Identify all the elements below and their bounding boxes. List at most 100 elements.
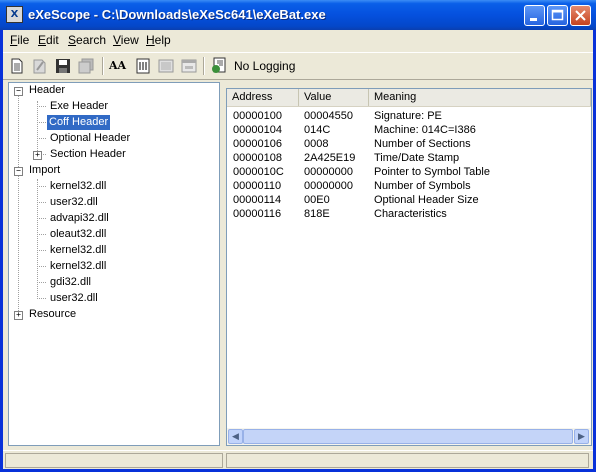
tree-node-header[interactable]: Header [27, 83, 67, 98]
toolbar-separator [203, 57, 205, 75]
menu-view[interactable]: View [113, 33, 139, 47]
value-cell: 00004550 [304, 110, 353, 122]
save-icon[interactable] [54, 57, 72, 75]
close-button[interactable] [570, 5, 591, 26]
tree-node-import-dll[interactable]: kernel32.dll [48, 243, 108, 258]
address-cell: 00000104 [233, 124, 282, 136]
logging-icon[interactable] [210, 57, 228, 75]
details-list[interactable]: Address Value Meaning 00000100 00004550 … [226, 88, 592, 446]
table-row[interactable]: 00000108 2A425E19 Time/Date Stamp [227, 151, 591, 165]
image-icon[interactable] [157, 57, 175, 75]
font-icon[interactable]: AA [109, 57, 131, 75]
address-cell: 00000108 [233, 152, 282, 164]
address-cell: 0000010C [233, 166, 284, 178]
tree-line [18, 95, 19, 317]
meaning-cell: Machine: 014C=I386 [374, 124, 476, 136]
expand-icon[interactable]: + [33, 151, 42, 160]
new-document-icon[interactable] [8, 57, 26, 75]
logging-status-label[interactable]: No Logging [234, 59, 295, 73]
tree-node-import-dll[interactable]: user32.dll [48, 291, 100, 306]
value-cell: 00E0 [304, 194, 330, 206]
app-icon[interactable]: X [6, 6, 23, 23]
list-header: Address Value Meaning [227, 89, 591, 107]
address-cell: 00000116 [233, 208, 282, 220]
table-row[interactable]: 0000010C 00000000 Pointer to Symbol Tabl… [227, 165, 591, 179]
maximize-button[interactable] [547, 5, 568, 26]
minimize-button[interactable] [524, 5, 545, 26]
column-header-address[interactable]: Address [227, 89, 299, 106]
address-cell: 00000106 [233, 138, 282, 150]
title-bar[interactable]: X eXeScope - C:\Downloads\eXeSc641\eXeBa… [0, 0, 596, 30]
meaning-cell: Number of Sections [374, 138, 471, 150]
status-pane-left [5, 453, 223, 468]
edit-document-icon[interactable] [31, 57, 49, 75]
menu-help[interactable]: Help [146, 33, 171, 47]
dialog-icon[interactable] [180, 57, 198, 75]
tree-line [37, 122, 46, 123]
tree-node-import-dll[interactable]: kernel32.dll [48, 179, 108, 194]
tree-line [37, 179, 38, 299]
scroll-left-icon[interactable]: ◀ [228, 429, 243, 444]
tree-node-import-dll[interactable]: gdi32.dll [48, 275, 93, 290]
collapse-icon[interactable]: − [14, 167, 23, 176]
meaning-cell: Optional Header Size [374, 194, 479, 206]
toolbar-separator [102, 57, 104, 75]
meaning-cell: Pointer to Symbol Table [374, 166, 490, 178]
binary-view-icon[interactable] [134, 57, 152, 75]
table-row[interactable]: 00000114 00E0 Optional Header Size [227, 193, 591, 207]
tree-line [37, 186, 46, 187]
tree-node-import-dll[interactable]: advapi32.dll [48, 211, 111, 226]
minimize-icon [530, 18, 537, 21]
tree-line [37, 298, 46, 299]
collapse-icon[interactable]: − [14, 87, 23, 96]
address-cell: 00000114 [233, 194, 282, 206]
value-cell: 00000000 [304, 180, 353, 192]
status-pane-right [226, 453, 589, 468]
tree-line [37, 101, 38, 155]
tree-node-import-dll[interactable]: kernel32.dll [48, 259, 108, 274]
menu-edit[interactable]: Edit [38, 33, 59, 47]
menu-search[interactable]: Search [68, 33, 106, 47]
tree-line [37, 250, 46, 251]
tree-node-import-dll[interactable]: oleaut32.dll [48, 227, 108, 242]
scroll-right-icon[interactable]: ▶ [574, 429, 589, 444]
horizontal-scrollbar[interactable]: ◀ ▶ [227, 428, 591, 445]
menu-bar: File Edit Search View Help [3, 30, 593, 49]
meaning-cell: Time/Date Stamp [374, 152, 460, 164]
close-icon [575, 10, 586, 21]
tree-line [37, 138, 46, 139]
column-header-value[interactable]: Value [299, 89, 369, 106]
value-cell: 014C [304, 124, 331, 136]
meaning-cell: Signature: PE [374, 110, 442, 122]
window-title: eXeScope - C:\Downloads\eXeSc641\eXeBat.… [28, 7, 326, 22]
table-row[interactable]: 00000116 818E Characteristics [227, 207, 591, 221]
table-row[interactable]: 00000106 0008 Number of Sections [227, 137, 591, 151]
tree-line [37, 234, 46, 235]
address-cell: 00000100 [233, 110, 282, 122]
value-cell: 818E [304, 208, 330, 220]
tree-node-optional-header[interactable]: Optional Header [48, 131, 132, 146]
value-cell: 0008 [304, 138, 329, 150]
meaning-cell: Characteristics [374, 208, 447, 220]
tree-line [37, 266, 46, 267]
tree-node-resource[interactable]: Resource [27, 307, 78, 322]
resource-tree[interactable]: − Header Exe Header Coff Header Optional… [8, 82, 220, 446]
table-row[interactable]: 00000110 00000000 Number of Symbols [227, 179, 591, 193]
tree-line [37, 218, 46, 219]
scroll-thumb[interactable] [243, 429, 573, 444]
column-header-meaning[interactable]: Meaning [369, 89, 591, 106]
tree-line [37, 106, 46, 107]
tree-node-exe-header[interactable]: Exe Header [48, 99, 110, 114]
toolbar: AA No Logging [3, 52, 593, 80]
tree-node-import[interactable]: Import [27, 163, 62, 178]
meaning-cell: Number of Symbols [374, 180, 471, 192]
table-row[interactable]: 00000104 014C Machine: 014C=I386 [227, 123, 591, 137]
tree-node-section-header[interactable]: Section Header [48, 147, 128, 162]
menu-file[interactable]: File [10, 33, 29, 47]
tree-node-coff-header[interactable]: Coff Header [45, 114, 112, 131]
application-window: X eXeScope - C:\Downloads\eXeSc641\eXeBa… [0, 0, 596, 472]
expand-icon[interactable]: + [14, 311, 23, 320]
tree-node-import-dll[interactable]: user32.dll [48, 195, 100, 210]
save-all-icon[interactable] [77, 57, 95, 75]
table-row[interactable]: 00000100 00004550 Signature: PE [227, 109, 591, 123]
